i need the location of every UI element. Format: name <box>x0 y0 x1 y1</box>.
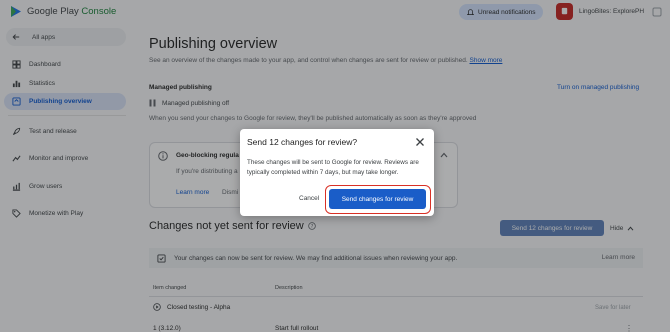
send-review-dialog: Send 12 changes for review? These change… <box>240 129 434 216</box>
dialog-title: Send 12 changes for review? <box>247 137 358 147</box>
cancel-button[interactable]: Cancel <box>299 195 319 202</box>
dialog-body: These changes will be sent to Google for… <box>247 159 419 176</box>
send-changes-for-review-button[interactable]: Send changes for review <box>329 189 426 209</box>
highlight-outline: Send changes for review <box>325 185 431 214</box>
close-icon[interactable] <box>415 137 425 147</box>
